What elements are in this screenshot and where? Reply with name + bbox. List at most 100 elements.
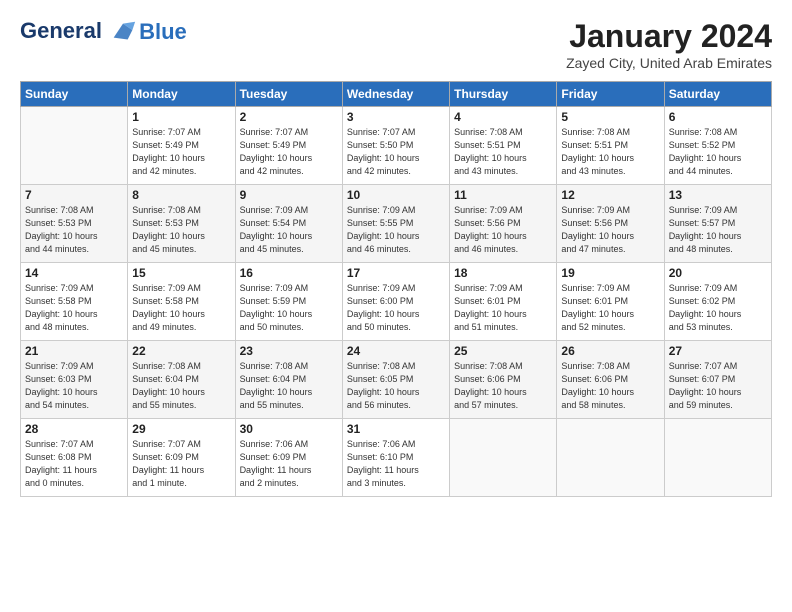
calendar-cell: 22 Sunrise: 7:08 AM Sunset: 6:04 PM Dayli… [128,341,235,419]
header-row: SundayMondayTuesdayWednesdayThursdayFrid… [21,82,772,107]
calendar-cell: 12Sunrise: 7:09 AM Sunset: 5:56 PM Dayli… [557,185,664,263]
logo-blue: Blue [139,19,187,45]
week-row-5: 28 Sunrise: 7:07 AM Sunset: 6:08 PM Dayli… [21,419,772,497]
calendar-cell: 24 Sunrise: 7:08 AM Sunset: 6:05 PM Dayli… [342,341,449,419]
day-number: 1 [132,110,230,124]
day-number: 8 [132,188,230,202]
day-number: 24 [347,344,445,358]
calendar-cell: 6Sunrise: 7:08 AM Sunset: 5:52 PM Daylig… [664,107,771,185]
cell-info: Sunrise: 7:07 AM Sunset: 5:49 PM Dayligh… [132,126,230,178]
day-number: 9 [240,188,338,202]
day-number: 29 [132,422,230,436]
calendar-cell: 15 Sunrise: 7:09 AM Sunset: 5:58 PM Dayli… [128,263,235,341]
week-row-2: 7 Sunrise: 7:08 AM Sunset: 5:53 PM Daylig… [21,185,772,263]
calendar-cell: 23Sunrise: 7:08 AM Sunset: 6:04 PM Dayli… [235,341,342,419]
calendar-cell: 1 Sunrise: 7:07 AM Sunset: 5:49 PM Daylig… [128,107,235,185]
cell-info: Sunrise: 7:06 AM Sunset: 6:10 PM Dayligh… [347,438,445,490]
day-number: 7 [25,188,123,202]
calendar-cell: 4Sunrise: 7:08 AM Sunset: 5:51 PM Daylig… [450,107,557,185]
calendar-cell [450,419,557,497]
day-number: 17 [347,266,445,280]
day-number: 12 [561,188,659,202]
day-header-tuesday: Tuesday [235,82,342,107]
calendar-cell: 10 Sunrise: 7:09 AM Sunset: 5:55 PM Dayli… [342,185,449,263]
cell-info: Sunrise: 7:08 AM Sunset: 6:04 PM Dayligh… [132,360,230,412]
cell-info: Sunrise: 7:08 AM Sunset: 6:06 PM Dayligh… [454,360,552,412]
cell-info: Sunrise: 7:07 AM Sunset: 6:07 PM Dayligh… [669,360,767,412]
calendar-cell [21,107,128,185]
cell-info: Sunrise: 7:09 AM Sunset: 5:57 PM Dayligh… [669,204,767,256]
calendar-cell: 29 Sunrise: 7:07 AM Sunset: 6:09 PM Dayli… [128,419,235,497]
cell-info: Sunrise: 7:08 AM Sunset: 5:51 PM Dayligh… [454,126,552,178]
day-number: 10 [347,188,445,202]
calendar-cell: 16 Sunrise: 7:09 AM Sunset: 5:59 PM Dayli… [235,263,342,341]
day-number: 14 [25,266,123,280]
day-header-saturday: Saturday [664,82,771,107]
logo-general: General [20,18,102,43]
calendar-cell: 21Sunrise: 7:09 AM Sunset: 6:03 PM Dayli… [21,341,128,419]
cell-info: Sunrise: 7:08 AM Sunset: 5:53 PM Dayligh… [132,204,230,256]
calendar-cell: 26Sunrise: 7:08 AM Sunset: 6:06 PM Dayli… [557,341,664,419]
calendar-cell: 25Sunrise: 7:08 AM Sunset: 6:06 PM Dayli… [450,341,557,419]
cell-info: Sunrise: 7:08 AM Sunset: 5:51 PM Dayligh… [561,126,659,178]
day-header-thursday: Thursday [450,82,557,107]
cell-info: Sunrise: 7:09 AM Sunset: 5:59 PM Dayligh… [240,282,338,334]
cell-info: Sunrise: 7:08 AM Sunset: 5:52 PM Dayligh… [669,126,767,178]
day-number: 27 [669,344,767,358]
logo-bird-icon [109,18,137,46]
week-row-1: 1 Sunrise: 7:07 AM Sunset: 5:49 PM Daylig… [21,107,772,185]
day-header-monday: Monday [128,82,235,107]
day-number: 16 [240,266,338,280]
cell-info: Sunrise: 7:09 AM Sunset: 5:55 PM Dayligh… [347,204,445,256]
day-header-friday: Friday [557,82,664,107]
calendar-cell: 11Sunrise: 7:09 AM Sunset: 5:56 PM Dayli… [450,185,557,263]
cell-info: Sunrise: 7:09 AM Sunset: 5:54 PM Dayligh… [240,204,338,256]
day-number: 26 [561,344,659,358]
day-number: 13 [669,188,767,202]
calendar-cell [664,419,771,497]
month-title: January 2024 [566,18,772,55]
day-number: 22 [132,344,230,358]
cell-info: Sunrise: 7:09 AM Sunset: 6:03 PM Dayligh… [25,360,123,412]
calendar-table: SundayMondayTuesdayWednesdayThursdayFrid… [20,81,772,497]
calendar-cell: 3 Sunrise: 7:07 AM Sunset: 5:50 PM Daylig… [342,107,449,185]
logo: General Blue [20,18,187,46]
day-number: 11 [454,188,552,202]
day-number: 28 [25,422,123,436]
day-number: 2 [240,110,338,124]
calendar-cell: 13 Sunrise: 7:09 AM Sunset: 5:57 PM Dayli… [664,185,771,263]
calendar-cell: 27 Sunrise: 7:07 AM Sunset: 6:07 PM Dayli… [664,341,771,419]
page: General Blue January 2024 Zayed City, Un… [0,0,792,507]
cell-info: Sunrise: 7:08 AM Sunset: 6:04 PM Dayligh… [240,360,338,412]
day-number: 18 [454,266,552,280]
calendar-cell: 14 Sunrise: 7:09 AM Sunset: 5:58 PM Dayli… [21,263,128,341]
cell-info: Sunrise: 7:08 AM Sunset: 5:53 PM Dayligh… [25,204,123,256]
calendar-cell: 17 Sunrise: 7:09 AM Sunset: 6:00 PM Dayli… [342,263,449,341]
week-row-3: 14 Sunrise: 7:09 AM Sunset: 5:58 PM Dayli… [21,263,772,341]
calendar-cell: 9 Sunrise: 7:09 AM Sunset: 5:54 PM Daylig… [235,185,342,263]
cell-info: Sunrise: 7:09 AM Sunset: 6:01 PM Dayligh… [561,282,659,334]
day-number: 15 [132,266,230,280]
calendar-cell: 18Sunrise: 7:09 AM Sunset: 6:01 PM Dayli… [450,263,557,341]
cell-info: Sunrise: 7:09 AM Sunset: 6:00 PM Dayligh… [347,282,445,334]
cell-info: Sunrise: 7:09 AM Sunset: 5:58 PM Dayligh… [132,282,230,334]
cell-info: Sunrise: 7:06 AM Sunset: 6:09 PM Dayligh… [240,438,338,490]
day-number: 3 [347,110,445,124]
location-subtitle: Zayed City, United Arab Emirates [566,55,772,71]
calendar-cell: 19Sunrise: 7:09 AM Sunset: 6:01 PM Dayli… [557,263,664,341]
title-area: January 2024 Zayed City, United Arab Emi… [566,18,772,71]
calendar-cell: 5 Sunrise: 7:08 AM Sunset: 5:51 PM Daylig… [557,107,664,185]
day-number: 20 [669,266,767,280]
cell-info: Sunrise: 7:08 AM Sunset: 6:05 PM Dayligh… [347,360,445,412]
calendar-cell: 28 Sunrise: 7:07 AM Sunset: 6:08 PM Dayli… [21,419,128,497]
calendar-cell: 2Sunrise: 7:07 AM Sunset: 5:49 PM Daylig… [235,107,342,185]
day-number: 31 [347,422,445,436]
cell-info: Sunrise: 7:07 AM Sunset: 5:50 PM Dayligh… [347,126,445,178]
cell-info: Sunrise: 7:07 AM Sunset: 6:08 PM Dayligh… [25,438,123,490]
cell-info: Sunrise: 7:09 AM Sunset: 6:02 PM Dayligh… [669,282,767,334]
cell-info: Sunrise: 7:07 AM Sunset: 6:09 PM Dayligh… [132,438,230,490]
day-number: 5 [561,110,659,124]
cell-info: Sunrise: 7:09 AM Sunset: 5:58 PM Dayligh… [25,282,123,334]
calendar-cell: 30 Sunrise: 7:06 AM Sunset: 6:09 PM Dayli… [235,419,342,497]
day-number: 30 [240,422,338,436]
